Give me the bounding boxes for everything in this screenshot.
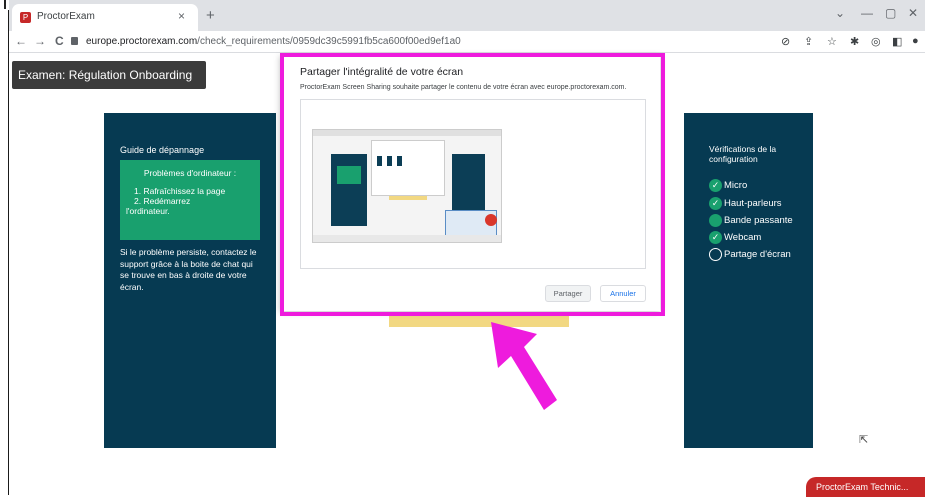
share-button[interactable]: Partager <box>545 285 591 302</box>
tab-title: ProctorExam <box>37 11 95 22</box>
troubleshoot-title: Guide de dépannage <box>120 145 205 155</box>
share-icon[interactable]: ⇪ <box>804 35 813 48</box>
page-content: Examen: Régulation Onboarding FR Guide d… <box>9 53 925 497</box>
check-label: Haut-parleurs <box>724 198 782 209</box>
left-edge <box>0 0 9 495</box>
screen-thumbnail[interactable] <box>312 129 502 243</box>
profile-icon[interactable]: ● <box>912 35 919 47</box>
check-pending-icon <box>709 248 722 261</box>
check-ok-icon: ✓ <box>709 197 722 210</box>
check-ok-icon: ✓ <box>709 231 722 244</box>
mouse-cursor-icon: ⇱ <box>859 434 869 446</box>
tab-search-icon[interactable]: ⌄ <box>835 6 845 20</box>
extension-pin-icon[interactable]: ✱ <box>850 35 859 48</box>
support-chat-button[interactable]: ProctorExam Technic... <box>806 477 925 497</box>
check-label: Webcam <box>724 232 762 243</box>
maximize-button[interactable]: ▢ <box>885 6 896 20</box>
browser-tab[interactable]: P ProctorExam × <box>12 4 198 31</box>
check-label: Bande passante <box>724 215 793 226</box>
step-restart: 2. Redémarrez <box>134 196 191 206</box>
screen-share-dialog: Partager l'intégralité de votre écran Pr… <box>280 55 660 311</box>
pointer-arrow-icon <box>491 322 557 410</box>
dialog-subtitle: ProctorExam Screen Sharing souhaite part… <box>300 84 627 91</box>
thumbnail-dialog <box>371 140 445 196</box>
config-checks-panel: Vérifications de la configuration ✓ Micr… <box>684 113 813 448</box>
thumbnail-mark <box>377 156 382 166</box>
exam-title: Examen: Régulation Onboarding FR <box>12 61 206 110</box>
check-ok-icon <box>709 214 722 227</box>
url-domain: europe.proctorexam.com <box>86 36 198 47</box>
thumbnail-browser-bar <box>313 130 501 136</box>
tab-close-icon[interactable]: × <box>178 9 185 23</box>
checks-title: Vérifications de la configuration <box>709 144 777 164</box>
new-tab-button[interactable]: + <box>206 7 215 24</box>
proctorexam-favicon-icon: P <box>20 12 31 23</box>
cancel-button[interactable]: Annuler <box>600 285 646 302</box>
camera-blocked-icon[interactable]: ⊘ <box>781 35 790 48</box>
extensions-icon[interactable]: ◎ <box>871 35 881 48</box>
screen-preview-box[interactable] <box>300 99 646 269</box>
step-refresh: 1. Rafraîchissez la page <box>134 186 226 196</box>
bookmark-star-icon[interactable]: ☆ <box>827 35 837 48</box>
top-left-mark <box>0 0 9 10</box>
thumbnail-taskbar <box>313 235 501 242</box>
problem-heading: Problèmes d'ordinateur : <box>143 168 237 178</box>
thumbnail-green-box <box>337 166 361 184</box>
back-button[interactable]: ← <box>15 34 27 48</box>
close-window-button[interactable]: ✕ <box>908 6 918 20</box>
troubleshoot-panel: Guide de dépannage Problèmes d'ordinateu… <box>104 113 276 448</box>
support-text: Si le problème persiste, contactez le su… <box>120 247 257 292</box>
address-bar: ← → C europe.proctorexam.com/check_requi… <box>9 31 925 53</box>
check-label: Micro <box>724 180 748 191</box>
side-panel-icon[interactable]: ◧ <box>892 35 902 48</box>
thumbnail-yellow <box>389 196 427 200</box>
forward-button[interactable]: → <box>34 34 46 48</box>
reload-button[interactable]: C <box>55 34 64 48</box>
tab-strip: P ProctorExam × + ⌄ — ▢ ✕ <box>9 0 925 31</box>
thumbnail-red-dot <box>485 214 497 226</box>
check-label: Partage d'écran <box>724 249 791 260</box>
screen: P ProctorExam × + ⌄ — ▢ ✕ ← → C europe.p… <box>0 0 925 497</box>
minimize-button[interactable]: — <box>861 6 873 20</box>
thumbnail-left-panel <box>331 154 367 226</box>
dialog-title: Partager l'intégralité de votre écran <box>300 66 464 78</box>
thumbnail-mark <box>397 156 402 166</box>
url-field[interactable]: europe.proctorexam.com/check_requirement… <box>86 36 461 47</box>
lock-icon[interactable] <box>71 37 78 45</box>
thumbnail-mark <box>387 156 392 166</box>
step-restart-continued: l'ordinateur. <box>126 206 170 216</box>
check-ok-icon: ✓ <box>709 179 722 192</box>
computer-problems-box: Problèmes d'ordinateur : 1. Rafraîchisse… <box>120 160 260 240</box>
url-path: /check_requirements/0959dc39c5991fb5ca60… <box>197 36 461 47</box>
